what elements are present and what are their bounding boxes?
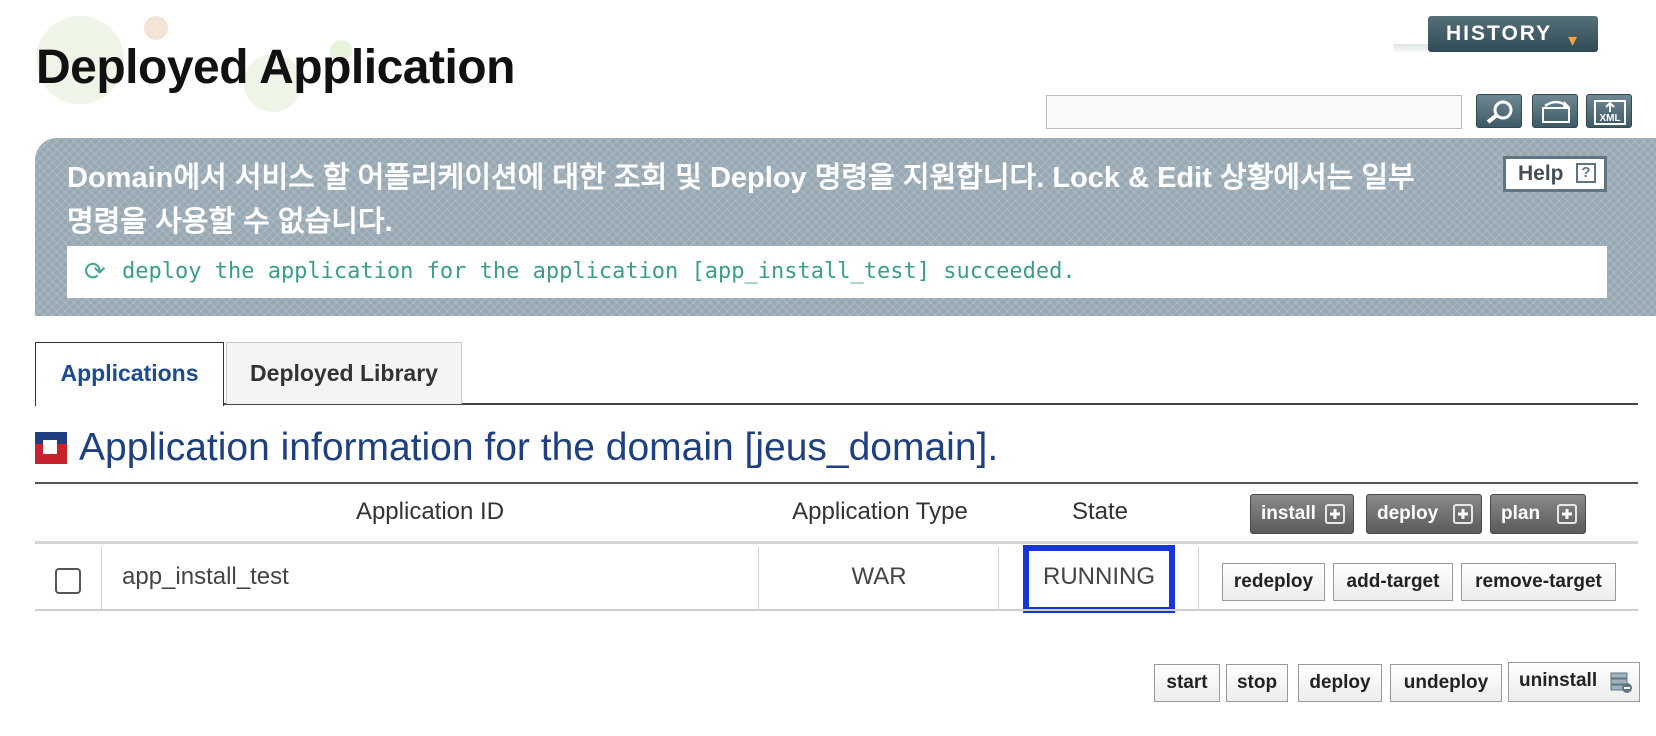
svg-text:XML: XML [1599, 113, 1620, 124]
column-header-state: State [1071, 498, 1129, 525]
search-button[interactable] [1476, 94, 1522, 128]
redeploy-button[interactable]: redeploy [1222, 563, 1325, 601]
deploy-header-label: deploy [1377, 503, 1439, 524]
page-title: Deployed Application [36, 41, 515, 94]
app-type-cell: WAR [851, 563, 907, 590]
install-button[interactable]: install [1250, 494, 1354, 534]
refresh-icon [1542, 100, 1570, 123]
app-id-cell: app_install_test [122, 563, 289, 590]
install-label: install [1261, 503, 1316, 524]
help-button[interactable]: Help ? [1503, 156, 1607, 192]
remove-target-button[interactable]: remove-target [1461, 563, 1616, 601]
table-header-rule [35, 541, 1638, 544]
deploy-header-button[interactable]: deploy [1366, 494, 1482, 534]
help-icon: ? [1576, 163, 1596, 183]
tab-applications[interactable]: Applications [35, 342, 224, 406]
refresh-button[interactable] [1532, 94, 1578, 128]
column-divider [758, 547, 759, 609]
deploy-button[interactable]: deploy [1298, 664, 1382, 702]
status-message: deploy the application for the applicati… [122, 259, 1076, 284]
add-target-button[interactable]: add-target [1333, 563, 1453, 601]
xml-export-icon: XML [1594, 100, 1626, 125]
tab-deployed-library[interactable]: Deployed Library [226, 342, 462, 404]
column-divider [998, 547, 999, 609]
uninstall-icon [1610, 672, 1632, 693]
section-flag-icon [35, 432, 67, 464]
xml-export-button[interactable]: XML [1586, 94, 1632, 128]
plan-label: plan [1501, 503, 1541, 524]
search-input[interactable] [1046, 95, 1462, 129]
start-button[interactable]: start [1154, 664, 1220, 702]
title-decoration [144, 16, 168, 40]
sync-icon: ⟳ [84, 256, 106, 286]
row-checkbox[interactable] [55, 568, 81, 594]
stop-button[interactable]: stop [1226, 664, 1288, 702]
plan-button[interactable]: plan [1490, 494, 1586, 534]
uninstall-button[interactable]: uninstall [1508, 662, 1640, 702]
history-label: HISTORY [1446, 22, 1553, 45]
uninstall-label: uninstall [1519, 670, 1598, 691]
search-icon [1486, 100, 1513, 124]
state-cell: RUNNING [1043, 563, 1155, 590]
undeploy-button[interactable]: undeploy [1390, 664, 1502, 702]
table-row-rule [35, 609, 1638, 611]
add-icon [1325, 504, 1345, 524]
section-title: Application information for the domain [… [79, 426, 999, 469]
banner-description: Domain에서 서비스 할 어플리케이션에 대한 조회 및 Deploy 명령… [67, 162, 1415, 238]
help-label: Help [1518, 162, 1564, 185]
column-divider [1198, 547, 1199, 609]
add-icon [1557, 504, 1577, 524]
column-divider [101, 547, 102, 609]
column-header-app-id: Application ID [355, 498, 505, 525]
chevron-down-icon: ▾ [1568, 30, 1580, 50]
add-icon [1453, 504, 1473, 524]
history-button[interactable]: HISTORY ▾ [1428, 16, 1598, 52]
column-header-app-type: Application Type [792, 498, 968, 525]
